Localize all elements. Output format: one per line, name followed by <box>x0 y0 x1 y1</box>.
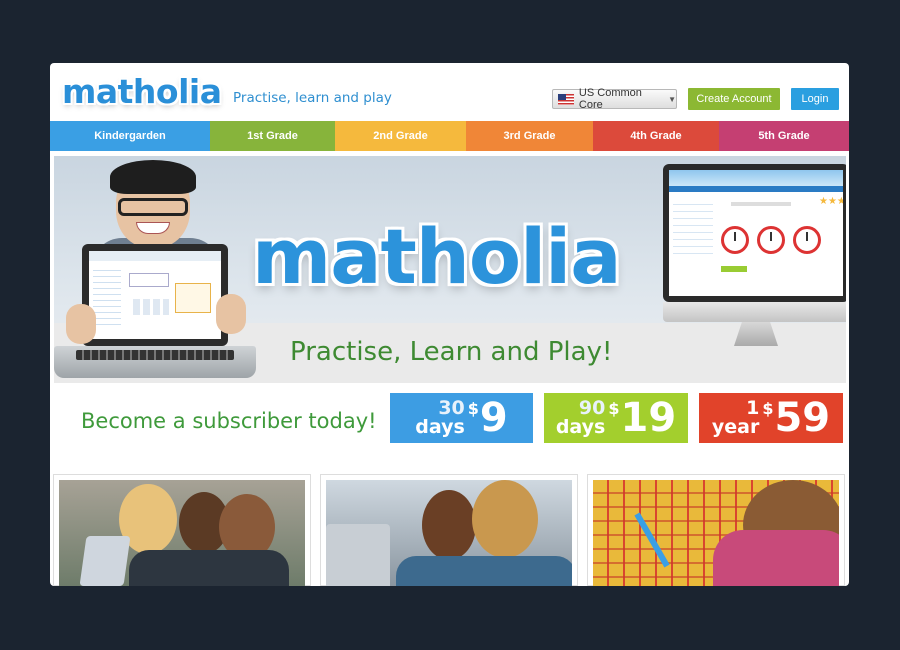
grade-tab-4th[interactable]: 4th Grade <box>593 121 719 151</box>
clock-icon <box>793 226 821 254</box>
hero-tagline: Practise, Learn and Play! <box>290 337 613 367</box>
photo-classroom-kids[interactable] <box>53 474 311 586</box>
us-flag-icon <box>558 93 574 105</box>
webpage: matholia Practise, learn and play US Com… <box>50 63 849 586</box>
plan-price: 59 <box>774 395 831 441</box>
grade-tab-2nd[interactable]: 2nd Grade <box>335 121 466 151</box>
desktop-monitor: ★★★ <box>663 164 846 302</box>
photo-girl-writing[interactable] <box>587 474 845 586</box>
login-button[interactable]: Login <box>791 88 839 110</box>
grade-tab-kindergarden[interactable]: Kindergarden <box>50 121 210 151</box>
star-icon: ★★★ <box>819 196 843 207</box>
hero-banner: matholia Practise, Learn and Play! ★★★ <box>54 156 846 383</box>
subscribe-headline: Become a subscriber today! <box>81 409 377 433</box>
grade-tab-1st[interactable]: 1st Grade <box>210 121 335 151</box>
region-select-value: US Common Core <box>578 87 642 111</box>
photo-smiling-kids[interactable] <box>320 474 578 586</box>
header: matholia Practise, learn and play US Com… <box>50 63 849 121</box>
plan-30-days[interactable]: 30 days $ 9 <box>390 393 533 443</box>
plan-90-days[interactable]: 90 days $ 19 <box>544 393 688 443</box>
glasses-icon <box>118 198 188 216</box>
grade-tab-3rd[interactable]: 3rd Grade <box>466 121 593 151</box>
clock-icon <box>721 226 749 254</box>
clock-icon <box>757 226 785 254</box>
header-tagline: Practise, learn and play <box>233 90 392 106</box>
laptop-base <box>54 346 256 378</box>
hero-logo: matholia <box>252 212 622 301</box>
grade-nav: Kindergarden 1st Grade 2nd Grade 3rd Gra… <box>50 121 849 151</box>
laptop-screen <box>82 244 228 346</box>
region-select[interactable]: US Common Core ▼ <box>552 87 677 111</box>
site-logo[interactable]: matholia <box>62 72 222 111</box>
create-account-button[interactable]: Create Account <box>688 88 780 110</box>
chevron-down-icon: ▼ <box>668 94 676 104</box>
plan-price: 19 <box>620 395 677 441</box>
grade-tab-5th[interactable]: 5th Grade <box>719 121 849 151</box>
plan-price: 9 <box>479 395 508 441</box>
plan-1-year[interactable]: 1 year $ 59 <box>699 393 843 443</box>
